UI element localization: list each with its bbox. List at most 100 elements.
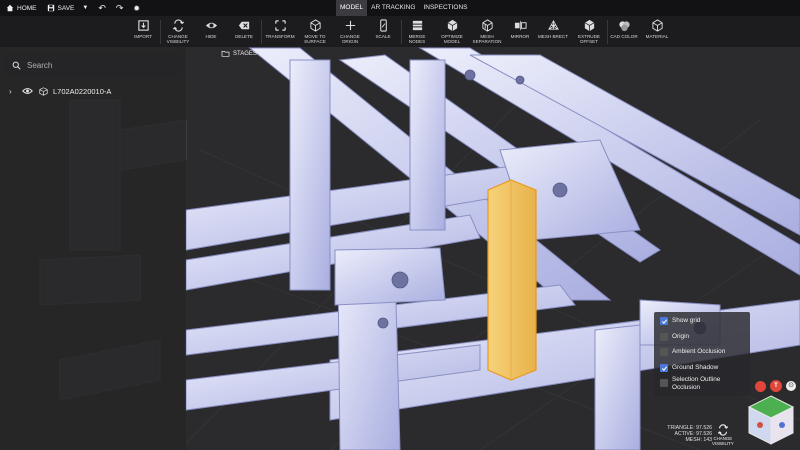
- mesh-brect-icon: [547, 19, 559, 30]
- record-button[interactable]: [755, 381, 766, 392]
- toolbar-divider: [160, 20, 161, 44]
- view-cube[interactable]: [745, 392, 797, 448]
- delete-icon: [238, 21, 249, 29]
- settings-button[interactable]: ✹: [133, 0, 140, 16]
- tab-model[interactable]: MODEL: [336, 0, 368, 16]
- expand-caret-icon[interactable]: ›: [9, 87, 19, 96]
- hide-button[interactable]: HIDE: [200, 18, 222, 39]
- move-to-surface-button[interactable]: MOVE TO SURFACE: [301, 18, 329, 44]
- scale-icon: [379, 18, 387, 32]
- home-icon: [6, 4, 14, 12]
- import-button[interactable]: IMPORT: [132, 18, 154, 39]
- merge-nodes-button[interactable]: MERGE NODES: [405, 18, 429, 44]
- change-origin-label: CHANGE ORIGIN: [340, 34, 360, 45]
- cad-color-label: CAD COLOR: [610, 34, 638, 39]
- transform-icon: [274, 19, 286, 31]
- top-view-button[interactable]: T: [770, 380, 782, 392]
- checkbox-checked-icon: [660, 317, 668, 325]
- save-label: SAVE: [57, 4, 75, 12]
- search-input[interactable]: [27, 60, 167, 70]
- origin-checkbox[interactable]: Origin: [660, 333, 689, 341]
- checkbox-unchecked-icon: [660, 333, 668, 341]
- checkbox-unchecked-icon: [660, 379, 668, 387]
- mirror-button[interactable]: MIRROR: [508, 18, 532, 39]
- tab-ar-tracking[interactable]: AR TRACKING: [367, 0, 419, 16]
- redo-button[interactable]: ↷: [116, 0, 124, 16]
- selection-outline-occlusion-checkbox[interactable]: Selection Outline Occlusion: [660, 376, 746, 391]
- mode-tabs: MODEL AR TRACKING INSPECTIONS: [336, 0, 472, 16]
- extrude-offset-label: EXTRUDE OFFSET: [578, 34, 600, 45]
- merge-nodes-label: MERGE NODES: [408, 34, 426, 45]
- undo-button[interactable]: ↶: [98, 0, 106, 16]
- search-box: [4, 53, 182, 77]
- cad-color-button[interactable]: CAD COLOR: [609, 18, 639, 39]
- ground-shadow-checkbox[interactable]: Ground Shadow: [660, 364, 718, 372]
- view-cube-icon: [747, 395, 795, 445]
- mesh-separation-label: MESH SEPARATION: [472, 34, 502, 45]
- ground-shadow-label: Ground Shadow: [672, 364, 719, 371]
- import-icon: [137, 19, 149, 31]
- home-label: HOME: [17, 4, 37, 12]
- tree-item-label: L702A0220010-A: [53, 86, 112, 96]
- tab-inspections[interactable]: INSPECTIONS: [419, 0, 471, 16]
- model-stats: TRIANGLE: 97.526 ACTIVE: 97.526 MESH: 14…: [648, 425, 712, 443]
- toolbar-divider: [401, 20, 402, 44]
- save-icon: [47, 4, 54, 12]
- move-to-surface-label: MOVE TO SURFACE: [304, 34, 326, 45]
- save-dropdown-button[interactable]: ▼: [82, 0, 88, 16]
- transform-label: TRANSFORM: [265, 34, 295, 39]
- mirror-label: MIRROR: [510, 34, 530, 39]
- cube-icon: [39, 86, 48, 96]
- hide-label: HIDE: [205, 34, 217, 39]
- toolbar: IMPORT CHANGE VISIBILITY HIDE DELETE TRA…: [0, 16, 800, 47]
- extrude-icon: [584, 19, 594, 31]
- redo-icon: ↷: [115, 2, 124, 13]
- material-label: MATERIAL: [645, 34, 669, 39]
- stages-button[interactable]: STAGES: [221, 50, 257, 57]
- color-icon: [618, 20, 630, 31]
- change-visibility-bottom-label: CHANGE VISIBILITY: [712, 436, 734, 446]
- visibility-swap-icon: [172, 18, 184, 32]
- top-bar: HOME SAVE ▼ ↶ ↷ ✹ MODEL AR TRACKING INSP…: [0, 0, 800, 16]
- scale-label: SCALE: [375, 34, 391, 39]
- mesh-count: MESH: 143: [685, 437, 712, 443]
- save-button[interactable]: SAVE: [47, 0, 75, 16]
- home-view-button[interactable]: ⊙: [786, 381, 796, 391]
- optimize-model-button[interactable]: OPTIMIZE MODEL: [439, 18, 465, 44]
- material-button[interactable]: MATERIAL: [643, 18, 671, 39]
- mirror-icon: [514, 20, 527, 30]
- change-visibility-bottom-button[interactable]: CHANGE VISIBILITY: [712, 424, 734, 446]
- selected-part: [487, 179, 537, 381]
- scene-tree-panel: › L702A0220010-A: [0, 47, 186, 450]
- mesh-brect-button[interactable]: MESH BRECT: [536, 18, 570, 39]
- eye-icon[interactable]: [22, 87, 33, 95]
- mesh-separation-button[interactable]: MESH SEPARATION: [470, 18, 504, 44]
- folder-icon: [221, 51, 230, 57]
- show-grid-checkbox[interactable]: Show grid: [660, 317, 700, 325]
- transform-button[interactable]: TRANSFORM: [265, 18, 295, 39]
- scale-button[interactable]: SCALE: [372, 18, 394, 39]
- cube-icon: [309, 18, 321, 32]
- gear-icon: ✹: [133, 3, 141, 13]
- tree-item[interactable]: › L702A0220010-A: [0, 84, 111, 98]
- ambient-occlusion-label: Ambient Occlusion: [672, 348, 726, 355]
- mesh-brect-label: MESH BRECT: [537, 34, 569, 39]
- change-origin-button[interactable]: CHANGE ORIGIN: [337, 18, 363, 44]
- material-icon: [651, 18, 663, 32]
- show-grid-label: Show grid: [672, 317, 701, 324]
- selection-outline-occlusion-label: Selection Outline Occlusion: [672, 376, 721, 391]
- search-icon: [12, 61, 21, 70]
- origin-label: Origin: [672, 333, 690, 340]
- mesh-separation-icon: [481, 18, 493, 32]
- optimize-icon: [447, 19, 457, 31]
- delete-button[interactable]: DELETE: [233, 18, 255, 39]
- chevron-down-icon: ▼: [82, 5, 89, 11]
- home-button[interactable]: HOME: [6, 0, 37, 16]
- change-visibility-label: CHANGE VISIBILITY: [166, 34, 190, 45]
- extrude-offset-button[interactable]: EXTRUDE OFFSET: [575, 18, 603, 44]
- change-visibility-button[interactable]: CHANGE VISIBILITY: [165, 18, 191, 44]
- checkbox-checked-icon: [660, 364, 668, 372]
- checkbox-unchecked-icon: [660, 348, 668, 356]
- toolbar-divider: [607, 20, 608, 44]
- ambient-occlusion-checkbox[interactable]: Ambient Occlusion: [660, 348, 725, 356]
